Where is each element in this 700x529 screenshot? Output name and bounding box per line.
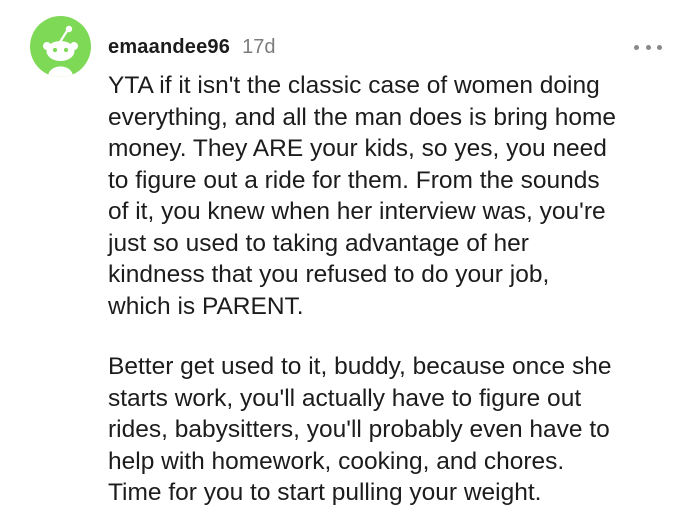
comment-card: emaandee96 17d YTA if it isn't the class…	[0, 0, 700, 529]
more-options-icon-dot	[645, 44, 651, 50]
username-link[interactable]: emaandee96	[108, 36, 230, 59]
user-avatar[interactable]	[30, 16, 91, 77]
more-options-button[interactable]	[634, 38, 662, 56]
comment-paragraph: Better get used to it, buddy, because on…	[108, 353, 612, 506]
comment-paragraph: YTA if it isn't the classic case of wome…	[108, 72, 616, 320]
reddit-snoo-avatar-icon	[43, 25, 78, 77]
comment-header: emaandee96 17d	[108, 34, 275, 60]
more-options-icon-dot	[657, 44, 662, 50]
comment-timestamp[interactable]: 17d	[242, 36, 275, 59]
comment-body: YTA if it isn't the classic case of wome…	[108, 70, 683, 509]
more-options-icon	[634, 44, 639, 50]
